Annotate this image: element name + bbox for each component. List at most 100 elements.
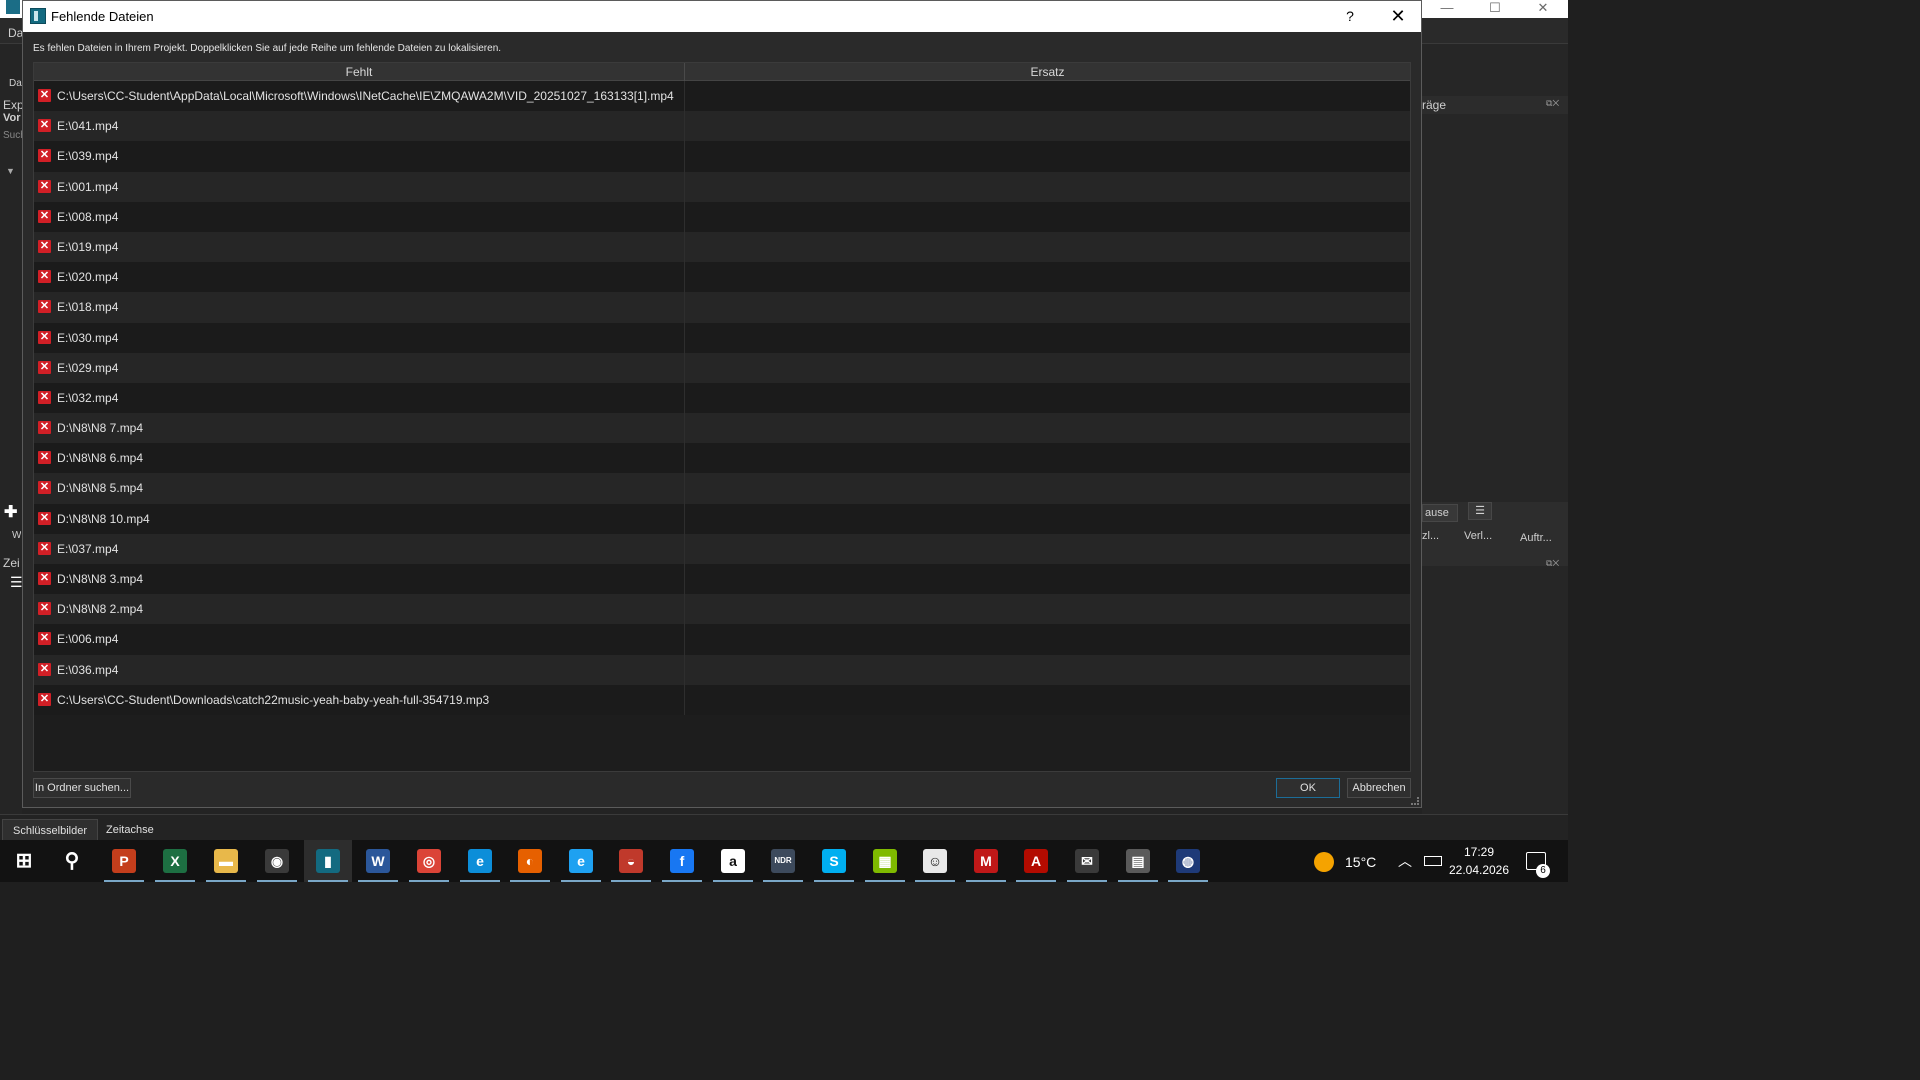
taskbar-steam-like-app-icon[interactable]: ◍ bbox=[1164, 840, 1212, 882]
missing-file-cell[interactable]: ✕ D:\N8\N8 10.mp4 bbox=[34, 503, 685, 534]
table-row[interactable]: ✕ E:\041.mp4 bbox=[34, 111, 1410, 142]
taskbar-firefox-icon[interactable]: ◐ bbox=[506, 840, 554, 882]
replacement-file-cell[interactable] bbox=[685, 232, 1410, 262]
missing-file-cell[interactable]: ✕ D:\N8\N8 5.mp4 bbox=[34, 473, 685, 504]
replacement-file-cell[interactable] bbox=[685, 262, 1410, 292]
table-row[interactable]: ✕ E:\008.mp4 bbox=[34, 201, 1410, 232]
taskbar-excel-icon[interactable]: X bbox=[151, 840, 199, 882]
replacement-file-cell[interactable] bbox=[685, 323, 1410, 353]
missing-file-cell[interactable]: ✕ D:\N8\N8 2.mp4 bbox=[34, 594, 685, 625]
table-row[interactable]: ✕ E:\039.mp4 bbox=[34, 141, 1410, 172]
weather-sun-icon[interactable] bbox=[1314, 852, 1334, 872]
column-header-replacement[interactable]: Ersatz bbox=[685, 63, 1410, 81]
replacement-file-cell[interactable] bbox=[685, 655, 1410, 685]
float-close-icon[interactable]: ⧉✕ bbox=[1546, 98, 1559, 109]
add-icon[interactable]: ✚ bbox=[4, 502, 17, 522]
table-row[interactable]: ✕ D:\N8\N8 3.mp4 bbox=[34, 564, 1410, 595]
table-row[interactable]: ✕ E:\020.mp4 bbox=[34, 262, 1410, 293]
taskbar-internet-explorer-icon[interactable]: e bbox=[557, 840, 605, 882]
weather-temperature[interactable]: 15°C bbox=[1345, 854, 1376, 870]
taskbar-chrome-icon[interactable]: ◎ bbox=[405, 840, 453, 882]
table-row[interactable]: ✕ D:\N8\N8 10.mp4 bbox=[34, 503, 1410, 534]
missing-file-cell[interactable]: ✕ E:\030.mp4 bbox=[34, 322, 685, 353]
replacement-file-cell[interactable] bbox=[685, 624, 1410, 654]
table-row[interactable]: ✕ D:\N8\N8 6.mp4 bbox=[34, 443, 1410, 474]
taskbar-avatar-app-icon[interactable]: ☺ bbox=[911, 840, 959, 882]
taskbar-skype-icon[interactable]: S bbox=[810, 840, 858, 882]
pause-button[interactable]: ause bbox=[1422, 504, 1458, 522]
replacement-file-cell[interactable] bbox=[685, 413, 1410, 443]
table-row[interactable]: ✕ E:\032.mp4 bbox=[34, 382, 1410, 414]
ok-button[interactable]: OK bbox=[1276, 778, 1340, 798]
taskbar-ndr-icon[interactable]: NDR bbox=[759, 840, 807, 882]
table-row[interactable]: ✕ E:\001.mp4 bbox=[34, 171, 1410, 202]
taskbar-camera-icon[interactable]: ◉ bbox=[253, 840, 301, 882]
taskbar-media-player-icon[interactable]: ◒ bbox=[607, 840, 655, 882]
tab-keyframes[interactable]: Schlüsselbilder bbox=[2, 819, 98, 841]
missing-file-cell[interactable]: ✕ E:\001.mp4 bbox=[34, 171, 685, 202]
missing-file-cell[interactable]: ✕ E:\008.mp4 bbox=[34, 201, 685, 232]
taskbar-word-icon[interactable]: W bbox=[354, 840, 402, 882]
replacement-file-cell[interactable] bbox=[685, 292, 1410, 322]
minimize-icon[interactable]: — bbox=[1424, 0, 1470, 18]
missing-file-cell[interactable]: ✕ E:\020.mp4 bbox=[34, 262, 685, 293]
replacement-file-cell[interactable] bbox=[685, 685, 1410, 715]
replacement-file-cell[interactable] bbox=[685, 504, 1410, 534]
missing-file-cell[interactable]: ✕ D:\N8\N8 3.mp4 bbox=[34, 564, 685, 595]
missing-file-cell[interactable]: ✕ E:\036.mp4 bbox=[34, 654, 685, 685]
table-row[interactable]: ✕ E:\019.mp4 bbox=[34, 231, 1410, 263]
table-row[interactable]: ✕ E:\018.mp4 bbox=[34, 292, 1410, 323]
missing-file-cell[interactable]: ✕ E:\019.mp4 bbox=[34, 231, 685, 263]
taskbar-file-explorer-icon[interactable]: ▬ bbox=[202, 840, 250, 882]
table-row[interactable]: ✕ E:\037.mp4 bbox=[34, 533, 1410, 564]
taskbar-chat-app-icon[interactable]: ✉ bbox=[1063, 840, 1111, 882]
taskbar-printer-app-icon[interactable]: ▤ bbox=[1114, 840, 1162, 882]
missing-file-cell[interactable]: ✕ E:\029.mp4 bbox=[34, 352, 685, 383]
tab-fragment[interactable]: zl... bbox=[1422, 530, 1439, 542]
replacement-file-cell[interactable] bbox=[685, 443, 1410, 473]
search-fragment[interactable]: Such bbox=[3, 130, 22, 141]
clock-time[interactable]: 17:29 bbox=[1450, 845, 1508, 859]
replacement-file-cell[interactable] bbox=[685, 534, 1410, 564]
replacement-file-cell[interactable] bbox=[685, 564, 1410, 594]
tab-timeline[interactable]: Zeitachse bbox=[96, 819, 164, 841]
table-row[interactable]: ✕ D:\N8\N8 5.mp4 bbox=[34, 473, 1410, 504]
replacement-file-cell[interactable] bbox=[685, 473, 1410, 503]
replacement-file-cell[interactable] bbox=[685, 383, 1410, 413]
tab-fragment[interactable]: Auftr... bbox=[1520, 532, 1552, 544]
replacement-file-cell[interactable] bbox=[685, 111, 1410, 141]
replacement-file-cell[interactable] bbox=[685, 202, 1410, 232]
column-header-missing[interactable]: Fehlt bbox=[34, 63, 685, 81]
taskbar-start-icon[interactable]: ⊞ bbox=[0, 840, 48, 882]
taskbar-facebook-icon[interactable]: f bbox=[658, 840, 706, 882]
missing-file-cell[interactable]: ✕ C:\Users\CC-Student\Downloads\catch22mu… bbox=[34, 684, 685, 715]
taskbar-powerpoint-icon[interactable]: P bbox=[100, 840, 148, 882]
table-row[interactable]: ✕ D:\N8\N8 2.mp4 bbox=[34, 594, 1410, 625]
chevron-up-icon[interactable]: ︿ bbox=[1398, 851, 1412, 871]
clock-date[interactable]: 22.04.2026 bbox=[1448, 863, 1510, 877]
missing-file-cell[interactable]: ✕ C:\Users\CC-Student\AppData\Local\Micro… bbox=[34, 81, 685, 112]
battery-icon[interactable] bbox=[1424, 856, 1442, 866]
float-close-icon[interactable]: ⧉✕ bbox=[1546, 558, 1559, 569]
replacement-file-cell[interactable] bbox=[685, 353, 1410, 383]
table-row[interactable]: ✕ D:\N8\N8 7.mp4 bbox=[34, 413, 1410, 444]
replacement-file-cell[interactable] bbox=[685, 172, 1410, 202]
table-row[interactable]: ✕ E:\006.mp4 bbox=[34, 624, 1410, 655]
table-row[interactable]: ✕ C:\Users\CC-Student\AppData\Local\Micro… bbox=[34, 81, 1410, 112]
replacement-file-cell[interactable] bbox=[685, 81, 1410, 111]
close-icon[interactable]: ✕ bbox=[1520, 0, 1566, 18]
table-row[interactable]: ✕ E:\036.mp4 bbox=[34, 654, 1410, 685]
missing-file-cell[interactable]: ✕ D:\N8\N8 7.mp4 bbox=[34, 413, 685, 444]
taskbar-mcafee-icon[interactable]: M bbox=[962, 840, 1010, 882]
taskbar-edge-icon[interactable]: e bbox=[456, 840, 504, 882]
taskbar-acrobat-icon[interactable]: A bbox=[1012, 840, 1060, 882]
missing-file-cell[interactable]: ✕ D:\N8\N8 6.mp4 bbox=[34, 443, 685, 474]
taskbar-amazon-icon[interactable]: a bbox=[709, 840, 757, 882]
table-row[interactable]: ✕ E:\029.mp4 bbox=[34, 352, 1410, 383]
missing-file-cell[interactable]: ✕ E:\041.mp4 bbox=[34, 111, 685, 142]
help-button[interactable]: ? bbox=[1335, 1, 1365, 32]
replacement-file-cell[interactable] bbox=[685, 141, 1410, 171]
close-button[interactable]: ✕ bbox=[1375, 1, 1421, 32]
menu-fragment[interactable]: Da bbox=[8, 26, 22, 40]
taskbar-search-icon[interactable]: ⚲ bbox=[48, 840, 96, 882]
